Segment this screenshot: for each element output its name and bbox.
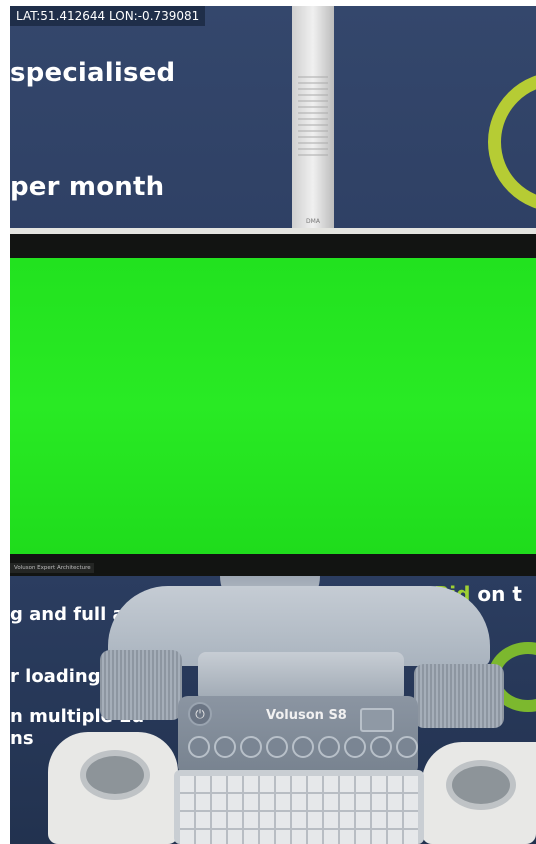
lower-banner-line-4: ns: [10, 728, 34, 749]
power-button[interactable]: ⏻: [188, 702, 212, 726]
banner-text-specialised: specialised: [10, 58, 176, 88]
right-probe-cup: [446, 760, 516, 810]
model-label: Voluson S8: [266, 708, 347, 723]
gps-coordinates-overlay: LAT:51.412644 LON:-0.739081: [10, 6, 206, 26]
left-speaker: [100, 650, 182, 720]
left-probe-cup: [80, 750, 150, 800]
panel-button-row: [188, 736, 418, 762]
photo-frame: specialised per month DMA g and full aft…: [10, 6, 536, 844]
panel-round-button[interactable]: [318, 736, 340, 758]
display-pole: DMA: [292, 6, 334, 234]
console-handle: [198, 652, 404, 702]
monitor-brand-strip: Voluson Expert Architecture: [10, 563, 94, 573]
pole-label: DMA: [306, 218, 320, 225]
banner-text-per-month: per month: [10, 172, 165, 202]
pole-print: [298, 76, 328, 156]
panel-round-button[interactable]: [214, 736, 236, 758]
monitor: Voluson Expert Architecture: [10, 234, 536, 576]
keyboard[interactable]: [174, 770, 424, 844]
left-probe-holder: [48, 732, 178, 844]
lower-banner-line-2: r loading: [10, 666, 101, 687]
panel-square-button[interactable]: [360, 708, 394, 732]
right-speaker: [414, 664, 504, 728]
right-probe-holder: [422, 742, 536, 844]
panel-round-button[interactable]: [240, 736, 262, 758]
panel-round-button[interactable]: [396, 736, 418, 758]
panel-round-button[interactable]: [266, 736, 288, 758]
panel-round-button[interactable]: [292, 736, 314, 758]
panel-round-button[interactable]: [370, 736, 392, 758]
panel-round-button[interactable]: [344, 736, 366, 758]
keyboard-keys[interactable]: [180, 776, 418, 844]
bid-rest: on t: [477, 582, 522, 606]
panel-round-button[interactable]: [188, 736, 210, 758]
monitor-screen: [10, 258, 536, 554]
photo-scene: specialised per month DMA g and full aft…: [0, 0, 536, 844]
